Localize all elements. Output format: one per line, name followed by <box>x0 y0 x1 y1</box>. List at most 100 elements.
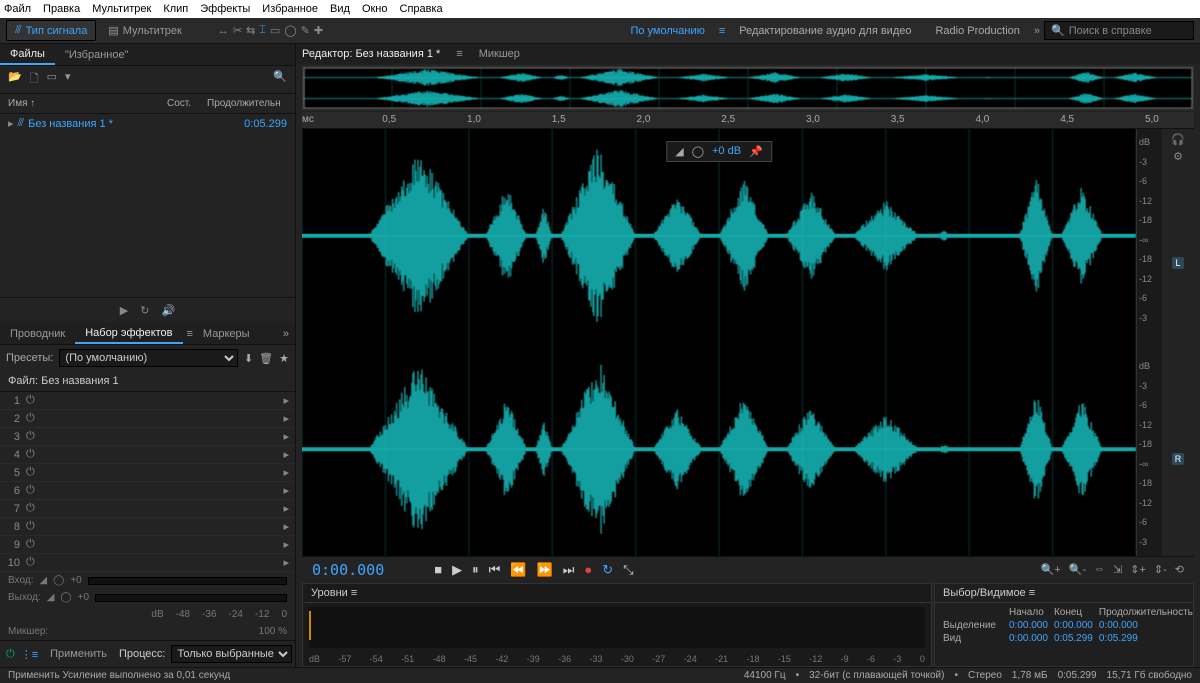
tool-spot[interactable]: ✚ <box>314 24 323 37</box>
skip-selection-button[interactable]: ⤡ <box>623 562 633 578</box>
power-icon[interactable]: ⏻ <box>26 412 38 425</box>
chevron-right-icon[interactable]: ▸ <box>283 448 289 461</box>
effect-slot[interactable]: 10⏻▸ <box>0 554 295 572</box>
effect-slot[interactable]: 9⏻▸ <box>0 536 295 554</box>
power-icon[interactable]: ⏻ <box>26 466 38 479</box>
rack-power-icon[interactable]: ⏻ <box>6 648 15 661</box>
more-tabs-icon[interactable]: » <box>277 328 295 340</box>
search-files-icon[interactable]: 🔍 <box>273 70 287 89</box>
channel-left-button[interactable]: L <box>1172 257 1183 269</box>
forward-button[interactable]: ⏩ <box>537 562 553 578</box>
power-icon[interactable]: ⏻ <box>26 484 38 497</box>
new-file-icon[interactable]: 🗋 <box>30 70 39 89</box>
tool-move[interactable]: ↔ <box>218 25 229 37</box>
tab-markers[interactable]: Маркеры <box>193 325 260 343</box>
workspace-radio[interactable]: Radio Production <box>925 25 1029 37</box>
effect-slot[interactable]: 4⏻▸ <box>0 446 295 464</box>
tool-razor[interactable]: ✂ <box>233 24 242 37</box>
selection-menu-icon[interactable]: ≡ <box>1029 587 1035 599</box>
channel-right-button[interactable]: R <box>1172 453 1185 465</box>
loop-button[interactable]: ↻ <box>602 562 613 578</box>
menu-clip[interactable]: Клип <box>163 3 188 15</box>
menu-view[interactable]: Вид <box>330 3 350 15</box>
chevron-right-icon[interactable]: ▸ <box>283 538 289 551</box>
zoom-selection-icon[interactable]: ⇲ <box>1113 563 1122 576</box>
chevron-right-icon[interactable]: ▸ <box>283 556 289 569</box>
save-preset-icon[interactable]: ⬇ <box>244 352 253 365</box>
chevron-right-icon[interactable]: ▸ <box>283 430 289 443</box>
waveform-display[interactable]: ◢ ◯ +0 dB 📌 dB -3 -6 -12 -18 -∞ -18 -12 … <box>302 129 1194 556</box>
menu-favorites[interactable]: Избранное <box>262 3 318 15</box>
menu-help[interactable]: Справка <box>400 3 443 15</box>
record-button[interactable]: ● <box>584 562 592 578</box>
filter-icon[interactable]: ▾ <box>65 70 71 89</box>
hud-db-value[interactable]: +0 dB <box>712 145 741 157</box>
zoom-reset-icon[interactable]: ⟲ <box>1175 563 1184 576</box>
open-file-icon[interactable]: 📂 <box>8 70 22 89</box>
tab-effects-rack[interactable]: Набор эффектов <box>75 324 182 344</box>
tool-brush[interactable]: ✎ <box>301 24 310 37</box>
tool-marquee[interactable]: ▭ <box>270 24 280 37</box>
workspace-video[interactable]: Редактирование аудио для видео <box>729 25 921 37</box>
menu-window[interactable]: Окно <box>362 3 388 15</box>
chevron-right-icon[interactable]: ▸ <box>283 466 289 479</box>
file-row[interactable]: ▸ ⫻ Без названия 1 * 0:05.299 <box>0 114 295 133</box>
tool-time-select[interactable]: ⌶ <box>259 24 266 37</box>
effect-slot[interactable]: 2⏻▸ <box>0 410 295 428</box>
view-dur[interactable]: 0:05.299 <box>1099 633 1193 644</box>
process-select[interactable]: Только выбранные <box>171 645 292 663</box>
workspace-menu-icon[interactable]: ≡ <box>719 25 725 37</box>
input-value[interactable]: +0 <box>70 575 81 586</box>
sel-end[interactable]: 0:00.000 <box>1054 620 1093 631</box>
preview-play-icon[interactable]: ▶ <box>120 304 128 317</box>
record-icon[interactable]: ▭ <box>47 70 57 89</box>
pause-button[interactable]: ⏸ <box>472 562 479 578</box>
tab-editor[interactable]: Редактор: Без названия 1 * <box>302 48 440 60</box>
timeline-ruler[interactable]: мс 0,5 1,0 1,5 2,0 2,5 3,0 3,5 4,0 4,5 5… <box>302 112 1194 129</box>
chevron-right-icon[interactable]: ▸ <box>283 502 289 515</box>
sel-start[interactable]: 0:00.000 <box>1009 620 1048 631</box>
effect-slot[interactable]: 7⏻▸ <box>0 500 295 518</box>
effect-slot[interactable]: 5⏻▸ <box>0 464 295 482</box>
mode-waveform-button[interactable]: ⫻ Тип сигнала <box>6 20 96 41</box>
zoom-in-vert-icon[interactable]: ⇕+ <box>1130 563 1146 576</box>
output-value[interactable]: +0 <box>78 592 89 603</box>
menu-file[interactable]: Файл <box>4 3 31 15</box>
stop-button[interactable]: ■ <box>434 562 442 578</box>
input-knob-icon[interactable]: ◯ <box>53 575 64 586</box>
rack-list-icon[interactable]: ⋮≡ <box>21 648 38 661</box>
hud-knob-icon[interactable]: ◯ <box>692 145 704 158</box>
menu-edit[interactable]: Правка <box>43 3 80 15</box>
menu-multitrack[interactable]: Мультитрек <box>92 3 151 15</box>
power-icon[interactable]: ⏻ <box>26 556 38 569</box>
effect-slot[interactable]: 6⏻▸ <box>0 482 295 500</box>
mode-multitrack-button[interactable]: ▤ Мультитрек <box>100 21 190 40</box>
favorite-preset-icon[interactable]: ★ <box>279 352 289 365</box>
levels-menu-icon[interactable]: ≡ <box>351 587 357 599</box>
col-name[interactable]: Имя ↑ <box>8 98 167 109</box>
col-duration[interactable]: Продолжительн <box>207 98 287 109</box>
rewind-button[interactable]: ⏪ <box>510 562 526 578</box>
power-icon[interactable]: ⏻ <box>26 538 38 551</box>
chevron-right-icon[interactable]: ▸ <box>283 412 289 425</box>
menu-effects[interactable]: Эффекты <box>200 3 250 15</box>
col-state[interactable]: Сост. <box>167 98 207 109</box>
zoom-in-icon[interactable]: 🔍+ <box>1041 563 1061 576</box>
timecode[interactable]: 0:00.000 <box>312 561 384 579</box>
power-icon[interactable]: ⏻ <box>26 502 38 515</box>
zoom-out-vert-icon[interactable]: ⇕- <box>1154 563 1167 576</box>
hud-pin-icon[interactable]: 📌 <box>749 145 763 158</box>
hud-bars-icon[interactable]: ◢ <box>675 145 683 158</box>
delete-preset-icon[interactable]: 🗑 <box>259 352 273 365</box>
headphones-icon[interactable]: 🎧 <box>1171 133 1185 146</box>
effect-slot[interactable]: 1⏻▸ <box>0 392 295 410</box>
chevron-right-icon[interactable]: ▸ <box>283 520 289 533</box>
apply-button[interactable]: Применить <box>44 646 113 662</box>
help-search[interactable]: 🔍 Поиск в справке <box>1044 21 1194 40</box>
expand-icon[interactable]: ▸ <box>8 117 14 130</box>
editor-tab-menu-icon[interactable]: ≡ <box>456 48 462 60</box>
preset-select[interactable]: (По умолчанию) <box>59 349 238 367</box>
chevron-right-icon[interactable]: ▸ <box>283 484 289 497</box>
preview-loop-icon[interactable]: ↻ <box>140 304 149 317</box>
mixer-value[interactable]: 100 % <box>259 626 287 637</box>
